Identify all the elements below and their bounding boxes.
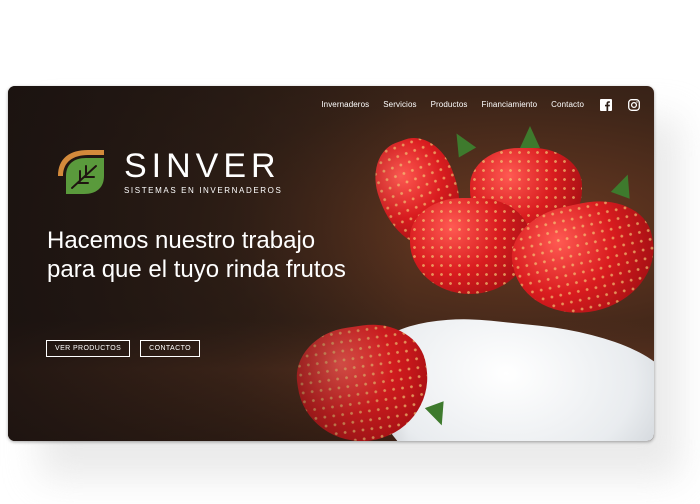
brand-logo[interactable]: SINVER SISTEMAS EN INVERNADEROS [54, 146, 282, 198]
nav-item-productos[interactable]: Productos [431, 100, 468, 109]
cta-group: VER PRODUCTOS CONTACTO [46, 340, 200, 357]
strawberry-leaf [610, 171, 638, 199]
nav-item-invernaderos[interactable]: Invernaderos [321, 100, 369, 109]
nav-item-financiamiento[interactable]: Financiamiento [482, 100, 538, 109]
hero-headline: Hacemos nuestro trabajo para que el tuyo… [47, 227, 346, 283]
instagram-icon[interactable] [628, 98, 640, 111]
website-hero-frame: Invernaderos Servicios Productos Financi… [8, 86, 654, 441]
top-navigation: Invernaderos Servicios Productos Financi… [307, 98, 640, 111]
leaf-logo-icon [58, 150, 104, 194]
facebook-icon[interactable] [600, 98, 612, 111]
brand-name: SINVER [124, 147, 281, 185]
strawberry-leaf [447, 128, 477, 158]
strawberry-leaf [520, 126, 540, 148]
brand-text: SINVER SISTEMAS EN INVERNADEROS [124, 149, 282, 195]
contacto-button[interactable]: CONTACTO [140, 340, 200, 357]
nav-item-servicios[interactable]: Servicios [383, 100, 416, 109]
ver-productos-button[interactable]: VER PRODUCTOS [46, 340, 131, 357]
brand-tagline: SISTEMAS EN INVERNADEROS [124, 186, 283, 195]
nav-item-contacto[interactable]: Contacto [551, 100, 584, 109]
